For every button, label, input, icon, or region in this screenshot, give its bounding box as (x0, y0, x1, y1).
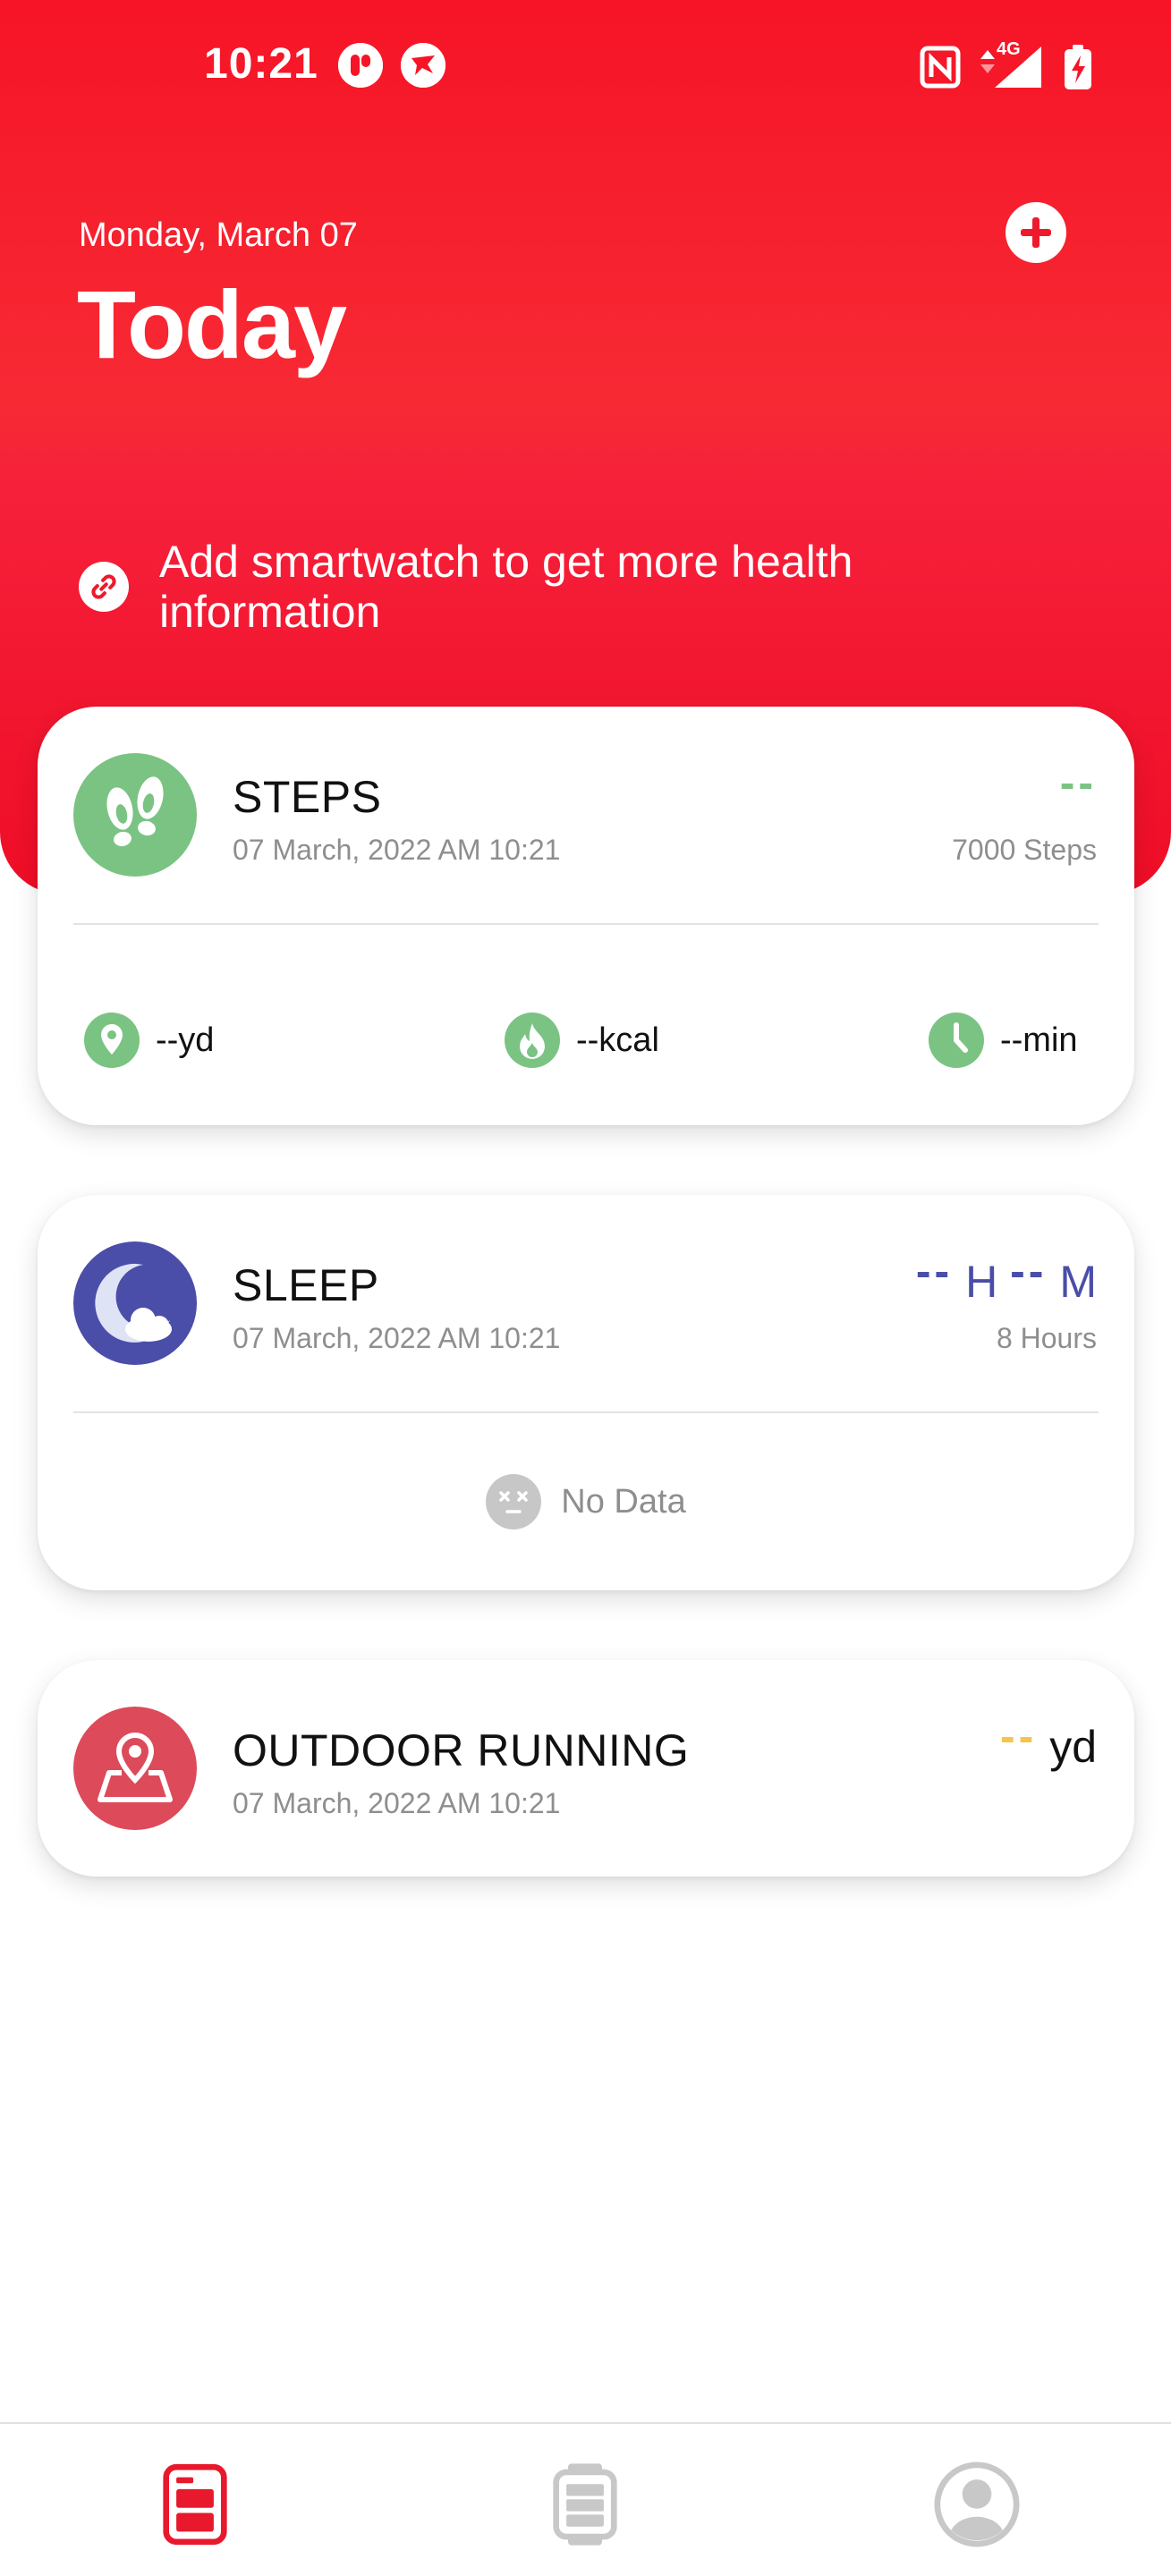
dizzy-face-icon (486, 1474, 542, 1530)
sleep-minutes-unit: M (1059, 1257, 1097, 1307)
nav-profile[interactable] (932, 2460, 1022, 2549)
watch-icon (553, 2463, 617, 2546)
steps-value: -- (1059, 758, 1097, 808)
battery-charging-icon (1065, 45, 1091, 89)
header-date: Monday, March 07 (79, 216, 358, 254)
bottom-navigation (0, 2422, 1171, 2576)
footprints-icon (73, 753, 197, 877)
moon-cloud-icon (73, 1241, 197, 1365)
calories-metric: --kcal (505, 1011, 659, 1070)
app-notification-icon-2 (401, 43, 445, 88)
duration-value: --min (1000, 1021, 1078, 1059)
outdoor-running-card[interactable]: OUTDOOR RUNNING 07 March, 2022 AM 10:21 … (38, 1660, 1134, 1877)
add-smartwatch-text: Add smartwatch to get more health inform… (159, 537, 853, 637)
clock-icon (929, 1013, 984, 1068)
sleep-title: SLEEP (233, 1260, 379, 1310)
sleep-goal: 8 Hours (996, 1322, 1097, 1354)
map-pin-icon (73, 1707, 197, 1830)
nfc-icon (920, 46, 961, 89)
flame-icon (505, 1013, 560, 1068)
link-icon (79, 562, 129, 612)
steps-goal: 7000 Steps (952, 834, 1097, 866)
calories-value: --kcal (576, 1021, 659, 1059)
running-title: OUTDOOR RUNNING (233, 1725, 690, 1775)
sleep-hours-unit: H (965, 1257, 998, 1307)
plus-icon (1021, 217, 1051, 248)
sleep-no-data: No Data (38, 1474, 1134, 1530)
sleep-divider (73, 1411, 1099, 1413)
steps-card[interactable]: STEPS 07 March, 2022 AM 10:21 -- 7000 St… (38, 707, 1134, 1125)
dashboard-icon (163, 2463, 227, 2546)
no-data-label: No Data (561, 1482, 686, 1521)
sleep-minutes-value: -- (1010, 1246, 1048, 1296)
duration-metric: --min (929, 1011, 1078, 1070)
steps-timestamp: 07 March, 2022 AM 10:21 (233, 834, 561, 866)
sleep-hours-value: -- (915, 1246, 954, 1296)
sleep-value: -- H -- M (916, 1246, 1097, 1308)
page-title: Today (77, 270, 347, 378)
profile-icon (934, 2462, 1020, 2547)
running-value: -- yd (1000, 1711, 1097, 1773)
steps-divider (73, 923, 1099, 925)
running-timestamp: 07 March, 2022 AM 10:21 (233, 1787, 561, 1819)
signal-icon (995, 47, 1041, 88)
running-distance-value: -- (999, 1711, 1038, 1761)
running-distance-unit: yd (1049, 1722, 1097, 1772)
app-notification-icon (338, 43, 383, 88)
status-bar: 10:21 4G (0, 0, 1171, 134)
nav-watch[interactable] (540, 2460, 630, 2549)
status-time: 10:21 (204, 40, 318, 88)
sleep-timestamp: 07 March, 2022 AM 10:21 (233, 1322, 561, 1354)
location-pin-icon (84, 1013, 140, 1068)
steps-title: STEPS (233, 772, 382, 822)
distance-metric: --yd (84, 1011, 214, 1070)
sleep-card[interactable]: SLEEP 07 March, 2022 AM 10:21 -- H -- M … (38, 1195, 1134, 1590)
distance-value: --yd (156, 1021, 215, 1059)
add-smartwatch-banner[interactable]: Add smartwatch to get more health inform… (79, 537, 1081, 644)
nav-dashboard[interactable] (150, 2460, 240, 2549)
add-button[interactable] (1006, 202, 1066, 263)
